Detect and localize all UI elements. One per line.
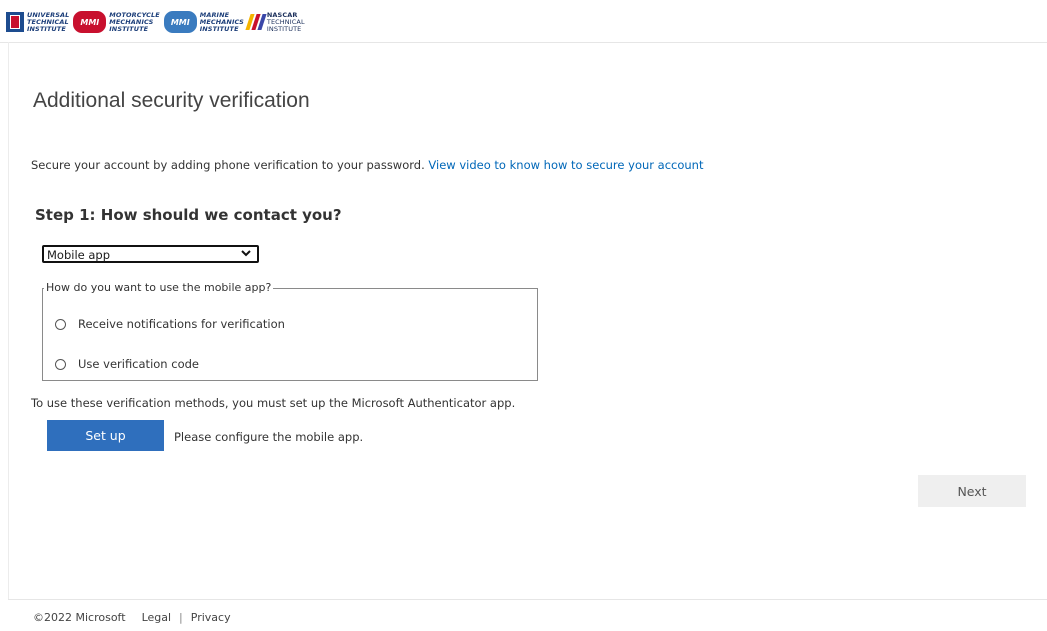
marine-badge-icon: MMI bbox=[163, 11, 197, 33]
intro-text: Secure your account by adding phone veri… bbox=[31, 158, 703, 172]
page-border bbox=[8, 42, 9, 599]
option-receive-notifications[interactable]: Receive notifications for verification bbox=[55, 317, 285, 331]
nascar-stripes-icon bbox=[245, 14, 267, 30]
mmi-badge-icon: MMI bbox=[73, 11, 107, 33]
chevron-down-icon bbox=[241, 250, 251, 257]
footer: ©2022 Microsoft Legal | Privacy bbox=[8, 599, 1047, 631]
setup-button[interactable]: Set up bbox=[47, 420, 164, 451]
option-label: Receive notifications for verification bbox=[78, 317, 285, 331]
legal-link[interactable]: Legal bbox=[142, 611, 171, 624]
option-verification-code[interactable]: Use verification code bbox=[55, 357, 199, 371]
intro-description: Secure your account by adding phone veri… bbox=[31, 158, 425, 172]
next-button[interactable]: Next bbox=[918, 475, 1026, 507]
partner-logos: UNIVERSAL TECHNICAL INSTITUTE MMI MOTORC… bbox=[6, 8, 305, 36]
contact-method-select[interactable]: Mobile app bbox=[42, 245, 259, 263]
select-value: Mobile app bbox=[47, 248, 111, 262]
view-video-link[interactable]: View video to know how to secure your ac… bbox=[428, 158, 703, 172]
logo-text-line: INSTITUTE bbox=[27, 24, 66, 33]
site-header: UNIVERSAL TECHNICAL INSTITUTE MMI MOTORC… bbox=[0, 0, 1047, 43]
option-label: Use verification code bbox=[78, 357, 199, 371]
nascar-logo: NASCAR TECHNICAL INSTITUTE bbox=[245, 11, 305, 33]
mmi-logo: MMI MOTORCYCLE MECHANICS INSTITUTE bbox=[73, 11, 160, 33]
radio-button[interactable] bbox=[55, 358, 66, 370]
marine-logo: MMI MARINE MECHANICS INSTITUTE bbox=[163, 11, 244, 33]
copyright: ©2022 Microsoft bbox=[33, 611, 126, 624]
logo-text-line: INSTITUTE bbox=[266, 24, 302, 33]
footer-separator: | bbox=[179, 611, 183, 624]
uti-emblem-icon bbox=[6, 12, 24, 32]
logo-text-line: INSTITUTE bbox=[109, 24, 149, 33]
setup-hint: Please configure the mobile app. bbox=[174, 430, 364, 444]
privacy-link[interactable]: Privacy bbox=[191, 611, 231, 624]
authenticator-note: To use these verification methods, you m… bbox=[31, 396, 516, 410]
logo-text-line: INSTITUTE bbox=[199, 24, 239, 33]
mode-legend: How do you want to use the mobile app? bbox=[44, 281, 274, 294]
page-title: Additional security verification bbox=[33, 89, 310, 112]
radio-button[interactable] bbox=[55, 318, 66, 330]
mobile-app-mode-group: How do you want to use the mobile app? R… bbox=[42, 281, 538, 381]
uti-logo: UNIVERSAL TECHNICAL INSTITUTE bbox=[6, 11, 69, 33]
step-title: Step 1: How should we contact you? bbox=[35, 206, 342, 224]
